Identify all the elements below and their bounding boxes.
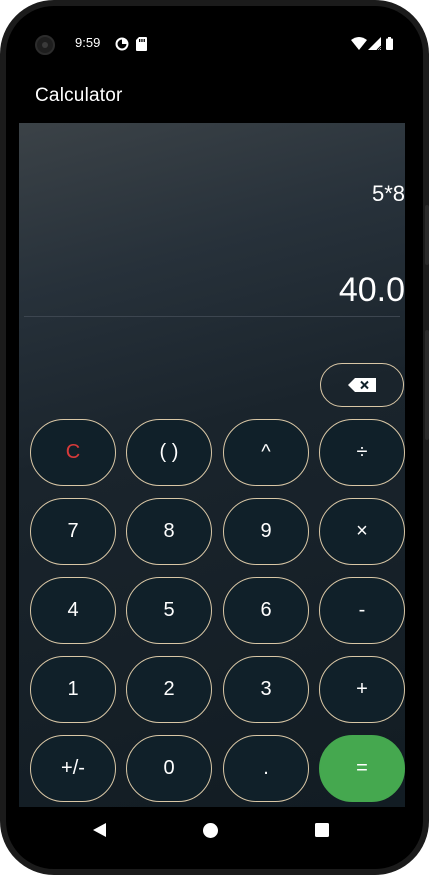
equals-button[interactable]: =: [319, 735, 405, 802]
back-icon[interactable]: [93, 823, 106, 837]
camera-icon: [35, 35, 55, 55]
power-button[interactable]: ^: [223, 419, 309, 486]
recents-icon[interactable]: [315, 823, 329, 837]
status-bar: 9:59: [6, 6, 423, 82]
phone-frame: 9:59 Calculator 5*8 40.0 C () ^ ÷ 7 8 9…: [0, 0, 429, 875]
backspace-icon: [348, 378, 376, 392]
screen: 9:59 Calculator 5*8 40.0 C () ^ ÷ 7 8 9…: [6, 6, 423, 869]
decimal-button[interactable]: .: [223, 735, 309, 802]
power-button: [425, 205, 429, 265]
divide-button[interactable]: ÷: [319, 419, 405, 486]
display-divider: [24, 316, 400, 317]
digit-7-button[interactable]: 7: [30, 498, 116, 565]
volume-button: [425, 330, 429, 440]
parentheses-button[interactable]: ( ): [126, 419, 212, 486]
subtract-button[interactable]: -: [319, 577, 405, 644]
backspace-button[interactable]: [320, 363, 404, 407]
negate-button[interactable]: +/-: [30, 735, 116, 802]
wifi-icon: [351, 37, 367, 50]
digit-6-button[interactable]: 6: [223, 577, 309, 644]
add-button[interactable]: +: [319, 656, 405, 723]
digit-5-button[interactable]: 5: [126, 577, 212, 644]
digit-0-button[interactable]: 0: [126, 735, 212, 802]
home-icon[interactable]: [203, 823, 218, 838]
digit-9-button[interactable]: 9: [223, 498, 309, 565]
result-display: 40.0: [338, 271, 405, 309]
signal-icon: [368, 37, 381, 50]
battery-icon: [386, 37, 393, 50]
app-title: Calculator: [35, 85, 123, 106]
digit-3-button[interactable]: 3: [223, 656, 309, 723]
data-saver-icon: [115, 37, 129, 51]
status-time: 9:59: [75, 35, 101, 50]
sd-card-icon: [136, 37, 147, 51]
digit-8-button[interactable]: 8: [126, 498, 212, 565]
expression-display: 5*8: [371, 181, 405, 206]
digit-1-button[interactable]: 1: [30, 656, 116, 723]
clear-button[interactable]: C: [30, 419, 116, 486]
calculator-panel: 5*8 40.0 C ( ) ^ ÷ 7 8 9 × 4 5 6 - 1 2 3…: [19, 123, 405, 807]
multiply-button[interactable]: ×: [319, 498, 405, 565]
digit-4-button[interactable]: 4: [30, 577, 116, 644]
digit-2-button[interactable]: 2: [126, 656, 212, 723]
